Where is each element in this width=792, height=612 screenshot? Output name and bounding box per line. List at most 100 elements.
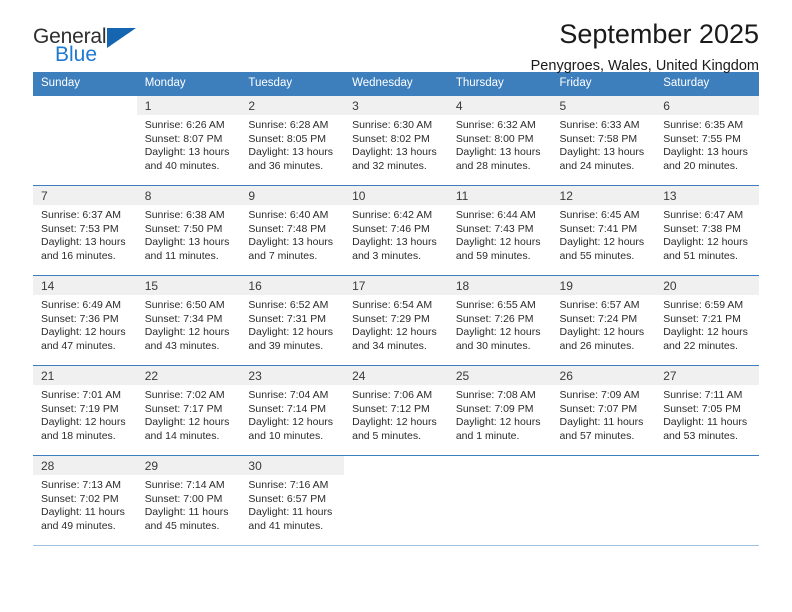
daylight-line-2: and 16 minutes. <box>41 249 116 262</box>
day-number <box>655 456 759 475</box>
day-cell-content: 10 Sunrise: 6:42 AM Sunset: 7:46 PM Dayligh… <box>344 186 448 275</box>
daylight-line-1: Daylight: 12 hours <box>663 236 748 249</box>
calendar-day-cell[interactable]: 18 Sunrise: 6:55 AM Sunset: 7:26 PM Dayligh… <box>447 275 552 366</box>
sunset-line: Sunset: 7:29 PM <box>352 312 430 325</box>
sunset-line: Sunset: 8:00 PM <box>455 132 534 145</box>
daylight-line-1: Daylight: 12 hours <box>352 416 437 429</box>
calendar-day-cell[interactable]: 3 Sunrise: 6:30 AM Sunset: 8:02 PM Daylight… <box>344 95 448 186</box>
calendar-day-cell[interactable]: 8 Sunrise: 6:38 AM Sunset: 7:50 PM Daylight… <box>136 185 241 276</box>
calendar-day-cell[interactable]: 30 Sunrise: 7:16 AM Sunset: 6:57 PM Dayligh… <box>240 455 345 546</box>
calendar-day-cell[interactable]: 7 Sunrise: 6:37 AM Sunset: 7:53 PM Daylight… <box>33 185 137 276</box>
day-cell-content: 3 Sunrise: 6:30 AM Sunset: 8:02 PM Daylight… <box>344 96 448 185</box>
calendar-day-cell[interactable]: 24 Sunrise: 7:06 AM Sunset: 7:12 PM Dayligh… <box>344 365 448 456</box>
sunset-line: Sunset: 7:55 PM <box>663 132 741 145</box>
sun-info: Sunrise: 6:35 AM Sunset: 7:55 PM Daylight:… <box>655 115 759 173</box>
day-number: 7 <box>33 186 137 205</box>
sunrise-line: Sunrise: 6:57 AM <box>559 299 640 311</box>
calendar-day-cell[interactable]: 6 Sunrise: 6:35 AM Sunset: 7:55 PM Daylight… <box>655 95 759 186</box>
day-number: 23 <box>240 366 345 385</box>
sun-info: Sunrise: 7:13 AM Sunset: 7:02 PM Daylight:… <box>33 475 137 533</box>
sunrise-line: Sunrise: 6:50 AM <box>144 299 225 311</box>
calendar-day-cell[interactable]: 16 Sunrise: 6:52 AM Sunset: 7:31 PM Dayligh… <box>240 275 345 366</box>
day-number: 20 <box>655 276 759 295</box>
daylight-line-1: Daylight: 11 hours <box>663 416 748 429</box>
day-cell-content: 4 Sunrise: 6:32 AM Sunset: 8:00 PM Daylight… <box>447 96 552 185</box>
daylight-line-2: and 24 minutes. <box>559 159 635 172</box>
day-number: 3 <box>344 96 448 115</box>
weekday-header-row: Sunday Monday Tuesday Wednesday Thursday Frid… <box>33 72 759 96</box>
calendar-day-cell[interactable]: 5 Sunrise: 6:33 AM Sunset: 7:58 PM Daylight… <box>551 95 656 186</box>
sunrise-line: Sunrise: 7:09 AM <box>559 389 640 401</box>
sun-info: Sunrise: 6:55 AM Sunset: 7:26 PM Daylight:… <box>448 295 552 353</box>
sunrise-line: Sunrise: 6:30 AM <box>352 119 433 131</box>
calendar-day-cell[interactable]: 9 Sunrise: 6:40 AM Sunset: 7:48 PM Daylight… <box>240 185 345 276</box>
daylight-line-2: and 26 minutes. <box>559 339 635 352</box>
day-cell-content: 14 Sunrise: 6:49 AM Sunset: 7:36 PM Dayligh… <box>33 276 137 365</box>
calendar-day-cell[interactable]: 19 Sunrise: 6:57 AM Sunset: 7:24 PM Dayligh… <box>551 275 656 366</box>
sunset-line: Sunset: 7:19 PM <box>41 402 119 415</box>
calendar-day-cell[interactable]: 28 Sunrise: 7:13 AM Sunset: 7:02 PM Dayligh… <box>33 455 137 546</box>
calendar-day-cell[interactable]: 25 Sunrise: 7:08 AM Sunset: 7:09 PM Dayligh… <box>447 365 552 456</box>
calendar-day-cell[interactable]: 22 Sunrise: 7:02 AM Sunset: 7:17 PM Dayligh… <box>136 365 241 456</box>
calendar-day-cell[interactable]: 14 Sunrise: 6:49 AM Sunset: 7:36 PM Dayligh… <box>33 275 137 366</box>
sun-info: Sunrise: 6:52 AM Sunset: 7:31 PM Daylight:… <box>240 295 344 353</box>
day-number: 19 <box>551 276 656 295</box>
calendar-day-cell[interactable]: 27 Sunrise: 7:11 AM Sunset: 7:05 PM Dayligh… <box>655 365 759 456</box>
sunset-line: Sunset: 7:02 PM <box>41 492 119 505</box>
general-blue-logo[interactable]: General Blue <box>33 26 148 72</box>
daylight-line-1: Daylight: 13 hours <box>663 146 748 159</box>
daylight-line-2: and 1 minute. <box>455 429 520 442</box>
day-cell-content: 29 Sunrise: 7:14 AM Sunset: 7:00 PM Dayligh… <box>136 456 241 545</box>
sun-info: Sunrise: 7:08 AM Sunset: 7:09 PM Daylight:… <box>448 385 552 443</box>
sunrise-line: Sunrise: 6:47 AM <box>663 209 744 221</box>
calendar-day-cell[interactable]: 1 Sunrise: 6:26 AM Sunset: 8:07 PM Daylight… <box>136 95 241 186</box>
day-cell-content: 17 Sunrise: 6:54 AM Sunset: 7:29 PM Dayligh… <box>344 276 448 365</box>
daylight-line-1: Daylight: 12 hours <box>559 326 645 339</box>
calendar-day-cell[interactable]: 11 Sunrise: 6:44 AM Sunset: 7:43 PM Dayligh… <box>447 185 552 276</box>
calendar-day-cell[interactable]: 29 Sunrise: 7:14 AM Sunset: 7:00 PM Dayligh… <box>136 455 241 546</box>
calendar-day-cell[interactable]: 10 Sunrise: 6:42 AM Sunset: 7:46 PM Dayligh… <box>344 185 448 276</box>
day-number: 5 <box>551 96 656 115</box>
daylight-line-1: Daylight: 12 hours <box>559 236 645 249</box>
day-number: 15 <box>136 276 241 295</box>
day-number: 27 <box>655 366 759 385</box>
page-title: September 2025 <box>559 19 759 49</box>
calendar-day-cell[interactable]: 21 Sunrise: 7:01 AM Sunset: 7:19 PM Dayligh… <box>33 365 137 456</box>
sunset-line: Sunset: 7:34 PM <box>144 312 223 325</box>
daylight-line-2: and 49 minutes. <box>41 519 116 532</box>
sun-info: Sunrise: 6:42 AM Sunset: 7:46 PM Daylight:… <box>344 205 448 263</box>
sunset-line: Sunset: 7:50 PM <box>144 222 223 235</box>
calendar-day-cell[interactable]: 4 Sunrise: 6:32 AM Sunset: 8:00 PM Daylight… <box>447 95 552 186</box>
daylight-line-2: and 32 minutes. <box>352 159 427 172</box>
sunrise-line: Sunrise: 6:35 AM <box>663 119 744 131</box>
calendar-day-cell[interactable]: 13 Sunrise: 6:47 AM Sunset: 7:38 PM Dayligh… <box>655 185 759 276</box>
calendar-day-cell[interactable]: 17 Sunrise: 6:54 AM Sunset: 7:29 PM Dayligh… <box>344 275 448 366</box>
sunset-line: Sunset: 7:43 PM <box>455 222 534 235</box>
calendar-day-cell[interactable]: 20 Sunrise: 6:59 AM Sunset: 7:21 PM Dayligh… <box>655 275 759 366</box>
calendar-day-cell[interactable]: 23 Sunrise: 7:04 AM Sunset: 7:14 PM Dayligh… <box>240 365 345 456</box>
sun-info: Sunrise: 6:54 AM Sunset: 7:29 PM Daylight:… <box>344 295 448 353</box>
calendar-week-row: 21 Sunrise: 7:01 AM Sunset: 7:19 PM Dayligh… <box>33 365 759 456</box>
sunrise-line: Sunrise: 6:52 AM <box>248 299 329 311</box>
sun-info: Sunrise: 6:47 AM Sunset: 7:38 PM Daylight:… <box>655 205 759 263</box>
calendar-page: General Blue September 2025 Penygroes, W… <box>0 0 792 612</box>
sun-info: Sunrise: 6:49 AM Sunset: 7:36 PM Daylight:… <box>33 295 137 353</box>
daylight-line-2: and 3 minutes. <box>352 249 421 262</box>
sunset-line: Sunset: 7:21 PM <box>663 312 741 325</box>
day-cell-content: 18 Sunrise: 6:55 AM Sunset: 7:26 PM Dayligh… <box>447 276 552 365</box>
daylight-line-1: Daylight: 12 hours <box>352 326 437 339</box>
calendar-day-cell[interactable]: 26 Sunrise: 7:09 AM Sunset: 7:07 PM Dayligh… <box>551 365 656 456</box>
daylight-line-2: and 47 minutes. <box>41 339 116 352</box>
calendar-day-cell[interactable]: 15 Sunrise: 6:50 AM Sunset: 7:34 PM Dayligh… <box>136 275 241 366</box>
day-cell-content: 21 Sunrise: 7:01 AM Sunset: 7:19 PM Dayligh… <box>33 366 137 455</box>
sunset-line: Sunset: 7:26 PM <box>455 312 534 325</box>
daylight-line-2: and 39 minutes. <box>248 339 324 352</box>
sunset-line: Sunset: 7:58 PM <box>559 132 638 145</box>
sun-info: Sunrise: 6:59 AM Sunset: 7:21 PM Daylight:… <box>655 295 759 353</box>
calendar-day-cell-empty <box>344 455 448 546</box>
calendar-day-cell[interactable]: 12 Sunrise: 6:45 AM Sunset: 7:41 PM Dayligh… <box>551 185 656 276</box>
sunset-line: Sunset: 7:14 PM <box>248 402 327 415</box>
day-number <box>447 456 552 475</box>
sunrise-line: Sunrise: 7:11 AM <box>663 389 743 401</box>
calendar-day-cell[interactable]: 2 Sunrise: 6:28 AM Sunset: 8:05 PM Daylight… <box>240 95 345 186</box>
